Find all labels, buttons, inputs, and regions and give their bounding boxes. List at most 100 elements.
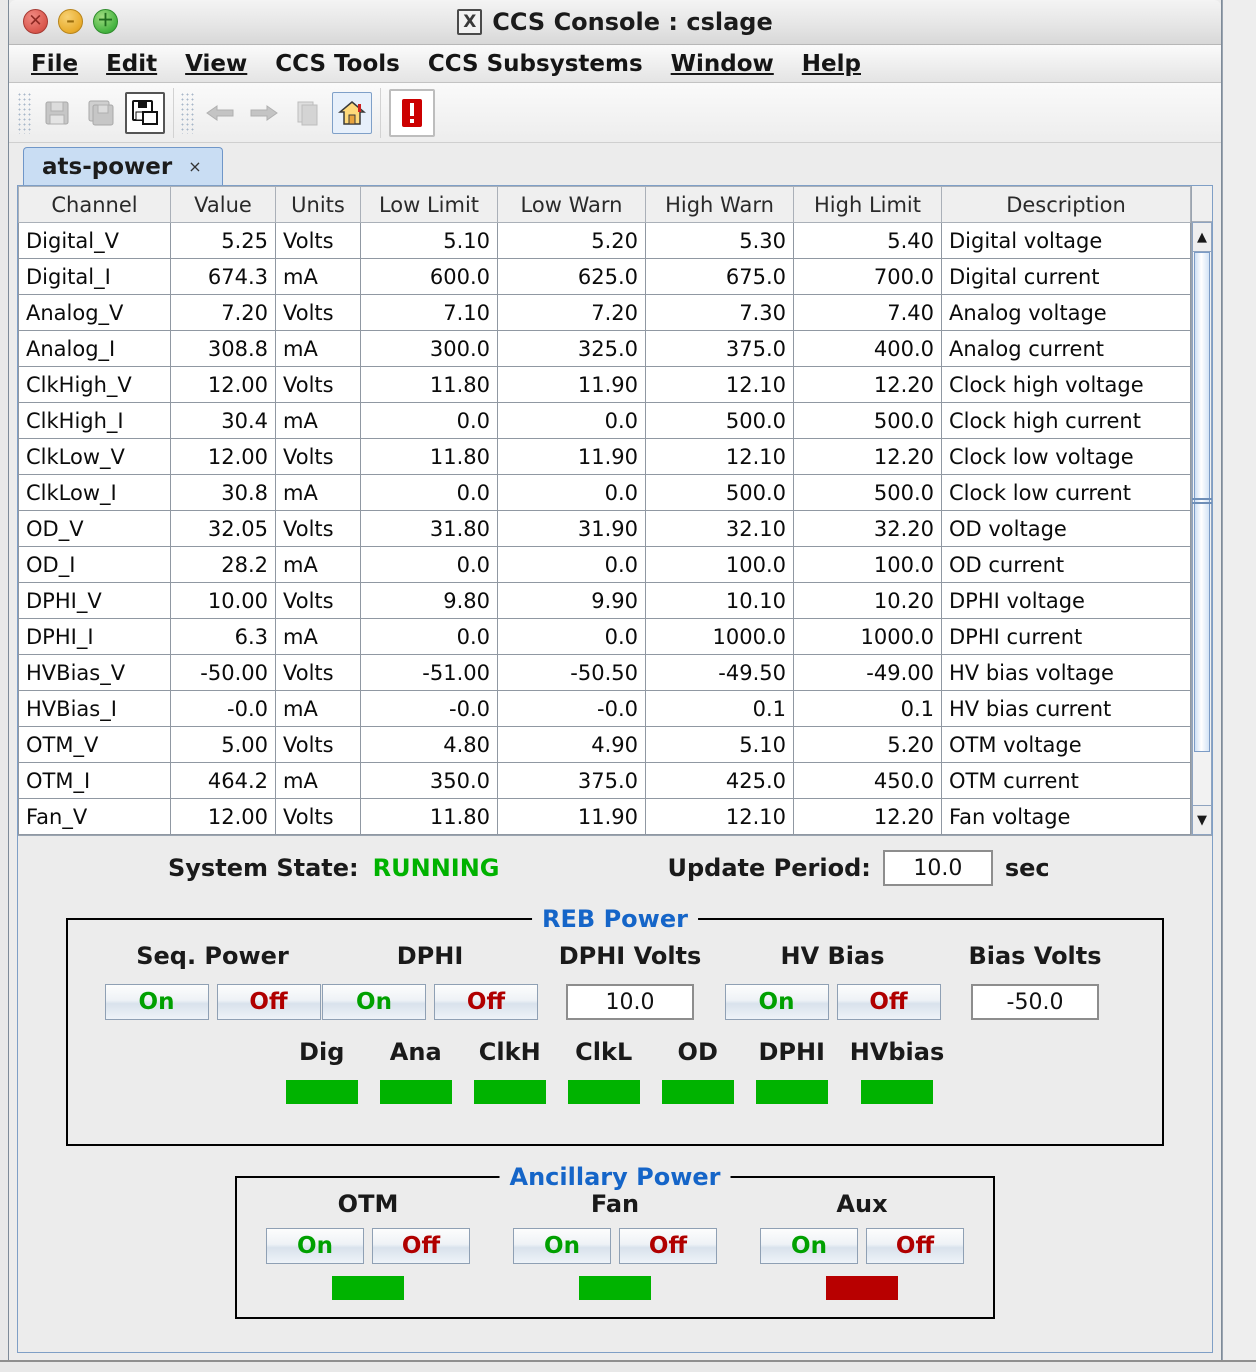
status-indicator [285,1080,358,1104]
forward-button[interactable] [244,92,284,134]
toolbar-group-save [17,87,174,138]
cell-low-warn: 0.0 [497,474,646,511]
column-header-high-warn[interactable]: High Warn [645,186,794,223]
table-row[interactable]: Fan_V 12.00 Volts 11.80 11.90 12.10 12.20 Fan v… [18,798,1191,835]
cell-high-warn: 5.10 [645,726,794,763]
column-header-value[interactable]: Value [170,186,276,223]
cell-high-warn: 375.0 [645,330,794,367]
table-row[interactable]: ClkHigh_I 30.4 mA 0.0 0.0 500.0 500.0 Clock hig… [18,402,1191,439]
cell-low-warn: 0.0 [497,618,646,655]
table-row[interactable]: DPHI_I 6.3 mA 0.0 0.0 1000.0 1000.0 DPHI curren… [18,618,1191,655]
ancillary-power-controls-row: OTM On Off Fan On Off Aux On Off [237,1178,993,1300]
menu-view[interactable]: View [173,49,259,79]
toolbar-drag-handle[interactable] [17,91,31,134]
table-row[interactable]: ClkLow_I 30.8 mA 0.0 0.0 500.0 500.0 Clock low … [18,474,1191,511]
table-row[interactable]: HVBias_V -50.00 Volts -51.00 -50.50 -49.50 -49… [18,654,1191,691]
cell-low-limit: 31.80 [360,510,498,547]
back-button[interactable] [200,92,240,134]
home-button[interactable] [332,91,372,134]
reb-dphi-off-button[interactable]: Off [434,984,538,1020]
cell-description: Clock high voltage [941,366,1191,403]
menu-edit[interactable]: Edit [94,49,169,79]
menu-file[interactable]: File [19,49,90,79]
back-arrow-icon [206,104,234,121]
save-all-button[interactable] [81,92,121,134]
save-as-button[interactable] [125,91,165,134]
reb-led-dig: Dig [285,1038,358,1104]
reb-column-label: HV Bias [780,942,885,970]
scroll-up-button[interactable]: ▲ [1192,222,1212,252]
tab-ats-power[interactable]: ats-power × [23,147,223,185]
column-header-low-limit[interactable]: Low Limit [360,186,498,223]
save-button[interactable] [37,92,77,134]
system-state-value: RUNNING [372,854,500,882]
scrollbar-track[interactable] [1192,252,1212,805]
table-row[interactable]: OD_I 28.2 mA 0.0 0.0 100.0 100.0 OD current [18,546,1191,583]
ancillary-aux-off-button[interactable]: Off [866,1228,964,1264]
ancillary-aux-on-button[interactable]: On [760,1228,858,1264]
table-row[interactable]: Digital_V 5.25 Volts 5.10 5.20 5.30 5.40 Digita… [18,222,1191,259]
cell-low-limit: 9.80 [360,582,498,619]
status-indicator [661,1080,734,1104]
table-row[interactable]: Analog_I 308.8 mA 300.0 325.0 375.0 400.0 Analo… [18,330,1191,367]
table-row[interactable]: OTM_V 5.00 Volts 4.80 4.90 5.10 5.20 OTM voltag… [18,726,1191,763]
cell-channel: Digital_I [18,258,171,295]
column-header-low-warn[interactable]: Low Warn [497,186,646,223]
ancillary-otm-off-button[interactable]: Off [372,1228,470,1264]
reb-seq-power-off-button[interactable]: Off [216,984,321,1020]
column-header-units[interactable]: Units [275,186,361,223]
reb-seq-power-on-button[interactable]: On [104,984,209,1020]
onoff-button-pair: On Off [513,1228,717,1264]
ancillary-otm-on-button[interactable]: On [266,1228,364,1264]
ancillary-column-aux: Aux On Off [755,1190,970,1300]
alert-button[interactable] [389,88,435,137]
scroll-down-button[interactable]: ▼ [1192,805,1212,835]
toolbar-drag-handle-nav[interactable] [180,91,194,134]
reb-bias-volts-input[interactable]: -50.0 [971,984,1099,1020]
cell-low-warn: 325.0 [497,330,646,367]
menu-ccs-subsystems[interactable]: CCS Subsystems [416,49,655,79]
menubar: File Edit View CCS Tools CCS Subsystems … [9,45,1221,83]
cell-high-warn: -49.50 [645,654,794,691]
status-indicator [579,1276,651,1300]
cell-high-limit: 12.20 [793,438,942,475]
update-period-input[interactable]: 10.0 [882,850,993,886]
tab-ats-power-label: ats-power [42,153,173,180]
ancillary-fan-off-button[interactable]: Off [619,1228,717,1264]
ancillary-fan-on-button[interactable]: On [513,1228,611,1264]
menu-edit-label: Edit [106,50,158,77]
reb-led-label: OD [677,1038,718,1066]
table-row[interactable]: ClkLow_V 12.00 Volts 11.80 11.90 12.10 12.20 Cl… [18,438,1191,475]
table-row[interactable]: Analog_V 7.20 Volts 7.10 7.20 7.30 7.40 Analog … [18,294,1191,331]
reb-column-label: Seq. Power [136,942,289,970]
reb-dphi-on-button[interactable]: On [322,984,426,1020]
cell-high-limit: 10.20 [793,582,942,619]
table-row[interactable]: DPHI_V 10.00 Volts 9.80 9.90 10.10 10.20 DPHI v… [18,582,1191,619]
close-icon[interactable]: × [188,157,201,176]
table-row[interactable]: Digital_I 674.3 mA 600.0 625.0 675.0 700.0 Digi… [18,258,1191,295]
table-vertical-scrollbar[interactable]: ▲ ▼ [1191,186,1212,835]
cell-low-limit: 11.80 [360,366,498,403]
window-title: X CCS Console : cslage [9,8,1221,36]
table-row[interactable]: HVBias_I -0.0 mA -0.0 -0.0 0.1 0.1 HV bias curr… [18,690,1191,727]
reb-dphi-volts-input[interactable]: 10.0 [566,984,694,1020]
reb-hv-bias-on-button[interactable]: On [724,984,829,1020]
cell-units: mA [275,618,361,655]
refresh-button[interactable] [288,92,328,134]
menu-window[interactable]: Window [659,49,786,79]
column-header-description[interactable]: Description [941,186,1191,223]
table-row[interactable]: OD_V 32.05 Volts 31.80 31.90 32.10 32.20 OD vol… [18,510,1191,547]
scrollbar-thumb[interactable] [1192,252,1212,752]
table-row[interactable]: ClkHigh_V 12.00 Volts 11.80 11.90 12.10 12.20 C… [18,366,1191,403]
reb-hv-bias-off-button[interactable]: Off [836,984,941,1020]
cell-value: 28.2 [170,546,276,583]
update-period-unit: sec [1004,854,1050,882]
cell-units: mA [275,330,361,367]
menu-help[interactable]: Help [790,49,873,79]
column-header-high-limit[interactable]: High Limit [793,186,942,223]
menu-ccs-tools[interactable]: CCS Tools [263,49,412,79]
column-header-channel[interactable]: Channel [18,186,171,223]
onoff-button-pair: On Off [322,984,538,1020]
table-row[interactable]: OTM_I 464.2 mA 350.0 375.0 425.0 450.0 OTM curr… [18,762,1191,799]
cell-description: OD current [941,546,1191,583]
